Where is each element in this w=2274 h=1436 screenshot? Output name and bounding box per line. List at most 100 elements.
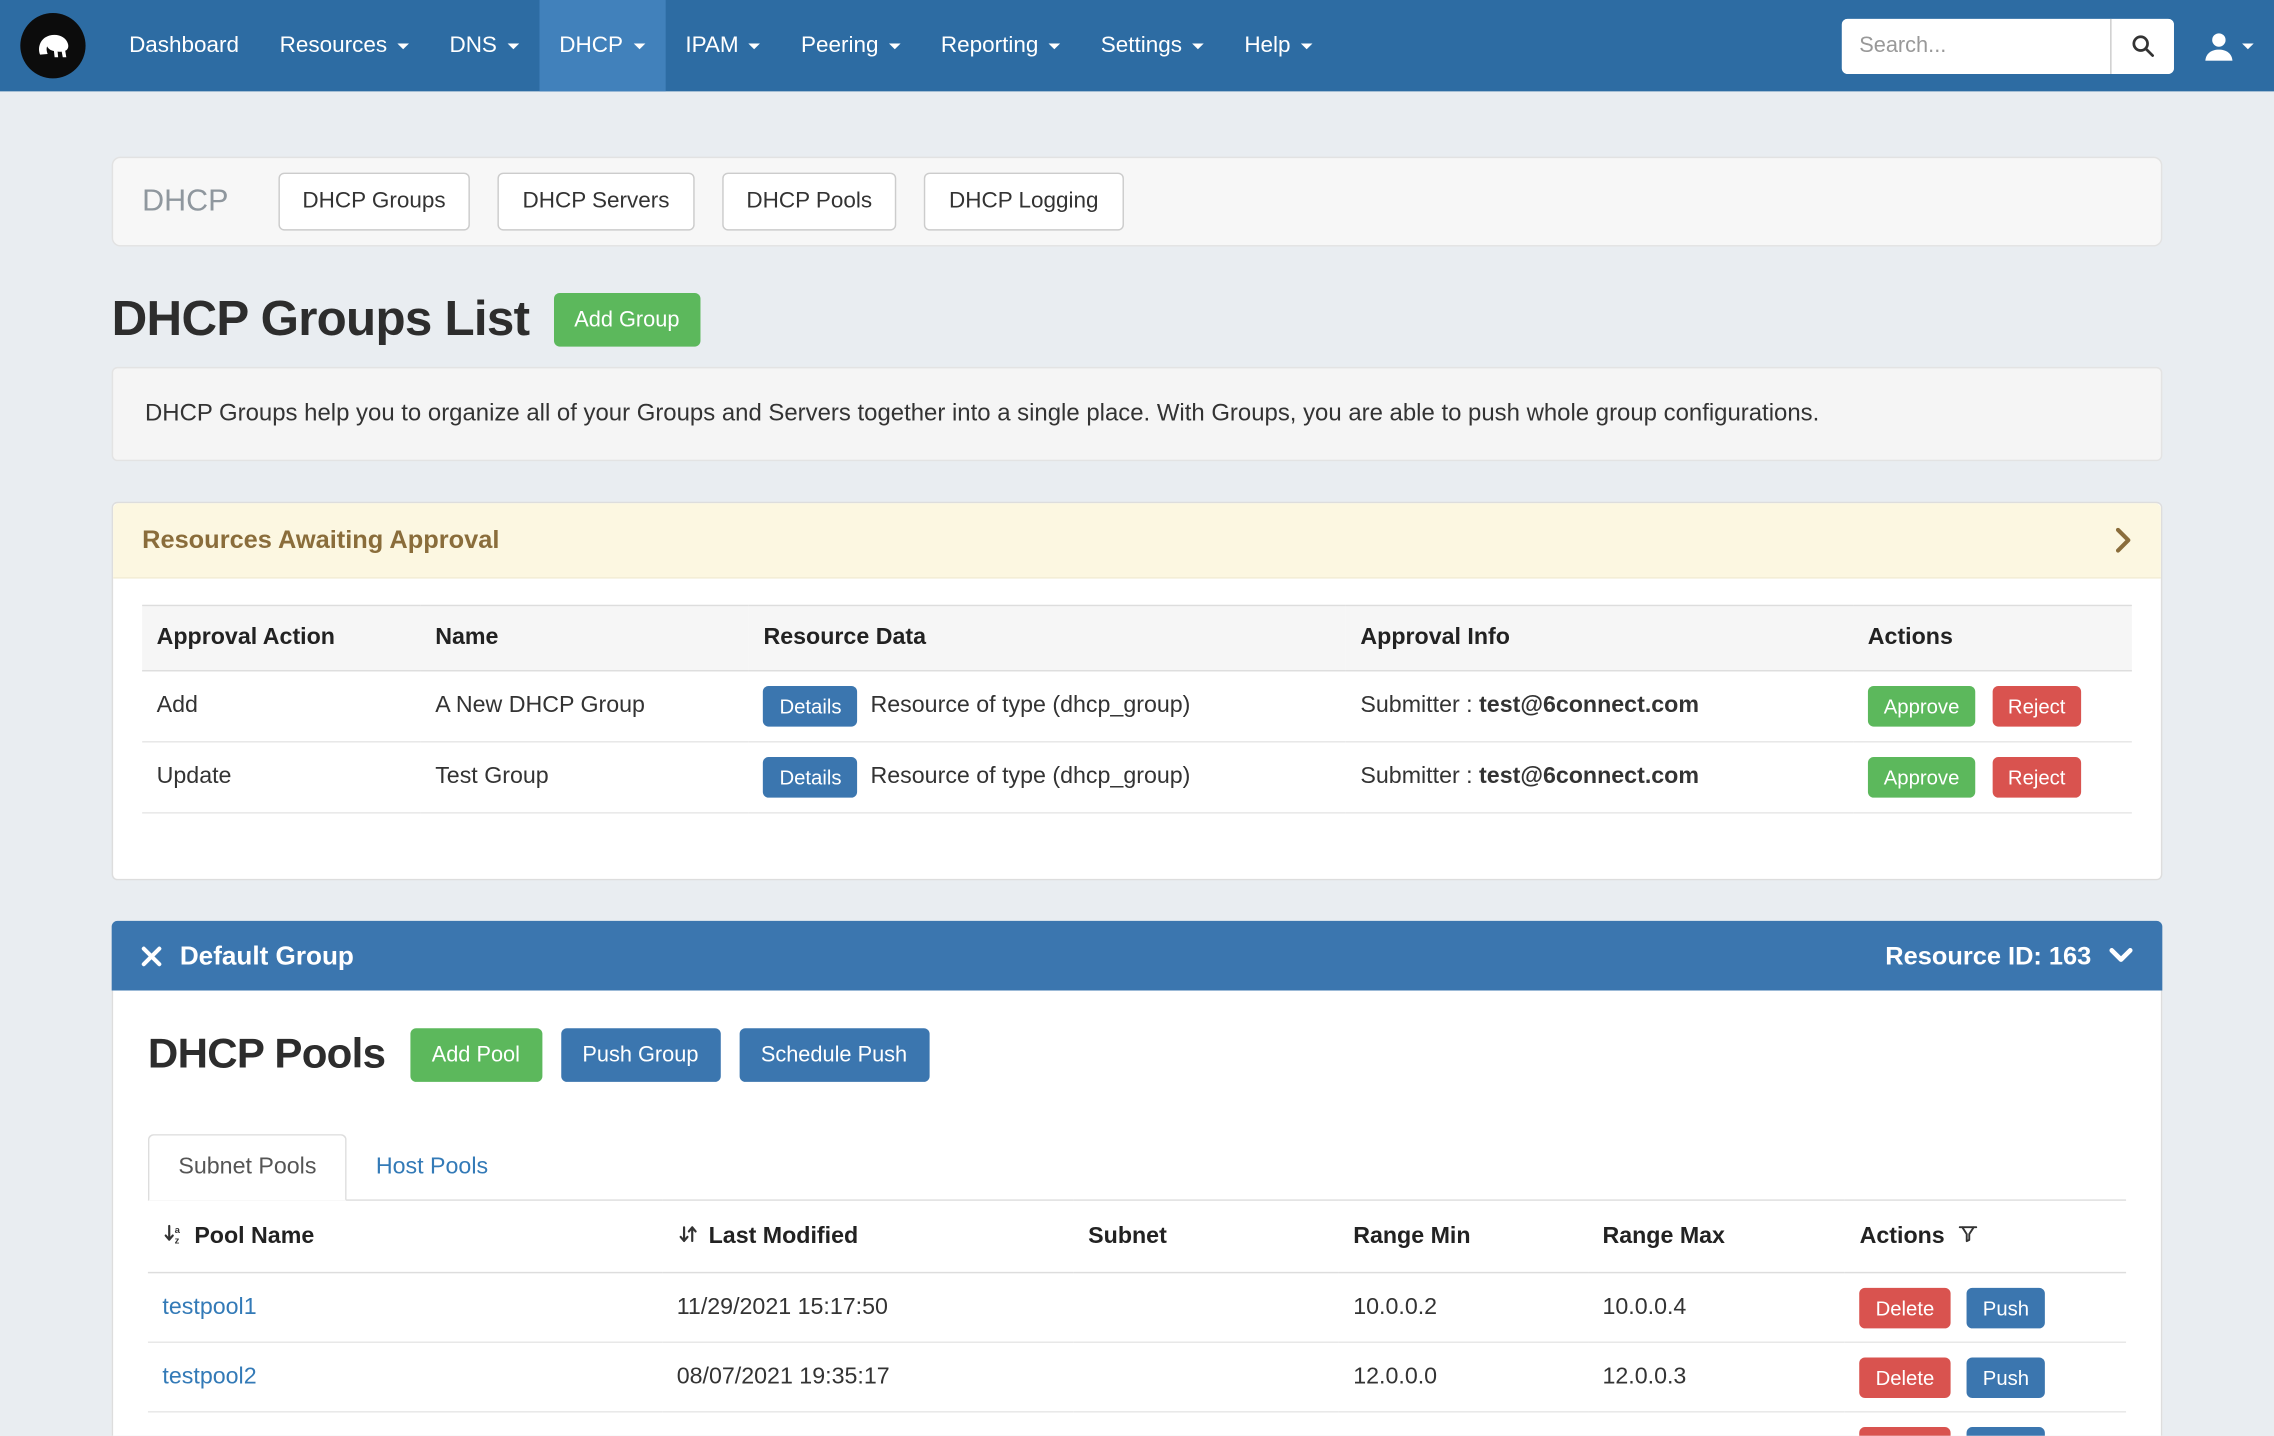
pools-tabs: Subnet Pools Host Pools [148,1134,2126,1199]
delete-button[interactable]: Delete [1860,1357,1951,1398]
nav-item-reporting[interactable]: Reporting [921,0,1081,91]
table-row: testpool2 08/07/2021 19:35:17 12.0.0.0 1… [148,1342,2126,1412]
app-logo[interactable] [20,13,85,78]
tab-subnet-pools[interactable]: Subnet Pools [148,1134,347,1201]
details-button[interactable]: Details [763,757,857,798]
page-title-row: DHCP Groups List Add Group [112,292,2163,349]
nav-label: DNS [449,33,496,59]
delete-button[interactable]: Delete [1860,1287,1951,1328]
column-header-approval-action: Approval Action [142,605,421,670]
nav-item-help[interactable]: Help [1224,0,1333,91]
caret-down-icon [889,43,901,49]
add-pool-button[interactable]: Add Pool [410,1028,542,1082]
pool-link-testpool2[interactable]: testpool2 [162,1364,256,1389]
nav-label: IPAM [685,33,738,59]
filter-funnel-icon[interactable] [1958,1223,1978,1243]
approval-table-header-row: Approval Action Name Resource Data Appro… [142,605,2132,670]
subnav-dhcp-groups-button[interactable]: DHCP Groups [278,173,471,231]
caret-down-icon [633,43,645,49]
table-row: testpool1 11/29/2021 15:17:50 10.0.0.2 1… [148,1273,2126,1343]
range-min-cell: 12.0.0.0 [1339,1342,1588,1412]
last-modified-cell [662,1412,1073,1436]
subnet-cell [1074,1273,1339,1343]
nav-item-settings[interactable]: Settings [1080,0,1224,91]
pool-link-testpool1[interactable]: testpool1 [162,1294,256,1319]
pool-actions-cell: Delete Push [1845,1273,2126,1343]
nav-item-dns[interactable]: DNS [429,0,539,91]
approval-row: Update Test Group Details Resource of ty… [142,742,2132,813]
group-panel-body: DHCP Pools Add Pool Push Group Schedule … [112,991,2163,1436]
chevron-down-icon[interactable] [2109,947,2134,964]
delete-button[interactable]: Delete [1860,1426,1951,1435]
column-header-resource-data: Resource Data [749,605,1346,670]
submitter-email: test@6connect.com [1479,693,1699,718]
dhcp-subnav: DHCP DHCP Groups DHCP Servers DHCP Pools… [112,157,2163,247]
nav-label: DHCP [559,33,623,59]
search-button[interactable] [2110,18,2174,73]
push-button[interactable]: Push [1967,1287,2045,1328]
subnet-cell [1074,1412,1339,1436]
nav-item-resources[interactable]: Resources [259,0,429,91]
svg-text:z: z [175,1236,180,1246]
details-button[interactable]: Details [763,686,857,727]
chevron-right-icon[interactable] [2114,526,2131,554]
subnet-cell [1074,1342,1339,1412]
approval-resource-data-cell: Details Resource of type (dhcp_group) [749,671,1346,742]
reject-button[interactable]: Reject [1992,757,2081,798]
last-modified-cell: 08/07/2021 19:35:17 [662,1342,1073,1412]
column-header-name: Name [421,605,749,670]
nav-item-dashboard[interactable]: Dashboard [109,0,260,91]
approve-button[interactable]: Approve [1868,686,1976,727]
column-header-pool-actions: Actions [1845,1200,2126,1273]
approve-button[interactable]: Approve [1868,757,1976,798]
sort-icon[interactable] [677,1223,699,1246]
add-group-button[interactable]: Add Group [554,293,700,347]
close-icon[interactable] [141,945,163,967]
nav-label: Peering [801,33,878,59]
resource-id-label: Resource ID: 163 [1885,940,2091,970]
nav-label: Reporting [941,33,1038,59]
user-icon [2203,31,2235,60]
column-header-subnet: Subnet [1074,1200,1339,1273]
pool-name-cell: testpool1 [148,1273,662,1343]
pool-name-cell [148,1412,662,1436]
sort-alpha-icon[interactable]: az [162,1223,184,1246]
pool-name-cell: testpool2 [148,1342,662,1412]
caret-down-icon [1049,43,1061,49]
push-button[interactable]: Push [1967,1426,2045,1435]
user-menu[interactable] [2203,31,2254,60]
group-panel-header: Default Group Resource ID: 163 [112,921,2163,991]
tab-host-pools[interactable]: Host Pools [347,1136,517,1200]
search-icon [2130,33,2155,58]
column-label: Actions [1860,1223,1945,1248]
pool-actions-cell: Delete Push [1845,1412,2126,1436]
nav-item-peering[interactable]: Peering [781,0,921,91]
nav-item-dhcp[interactable]: DHCP [539,0,665,91]
column-header-approval-info: Approval Info [1346,605,1853,670]
pools-table: az Pool Name Last Modified Subnet Range … [148,1199,2126,1435]
approval-info-cell: Submitter : test@6connect.com [1346,742,1853,813]
schedule-push-button[interactable]: Schedule Push [739,1028,929,1082]
nav-item-ipam[interactable]: IPAM [665,0,781,91]
range-min-cell: 10.0.0.2 [1339,1273,1588,1343]
subnav-dhcp-servers-button[interactable]: DHCP Servers [498,173,694,231]
approval-actions-cell: Approve Reject [1853,742,2132,813]
approval-action-cell: Update [142,742,421,813]
table-row-clipped: Delete Push [148,1412,2126,1436]
resource-type-text: Resource of type (dhcp_group) [871,693,1191,719]
push-button[interactable]: Push [1967,1357,2045,1398]
pools-title-row: DHCP Pools Add Pool Push Group Schedule … [148,1028,2126,1082]
approval-panel-header[interactable]: Resources Awaiting Approval [113,503,2161,578]
subnav-dhcp-logging-button[interactable]: DHCP Logging [924,173,1123,231]
reject-button[interactable]: Reject [1992,686,2081,727]
caret-down-icon [1301,43,1313,49]
nav-label: Dashboard [129,33,239,59]
subnav-dhcp-pools-button[interactable]: DHCP Pools [722,173,897,231]
page-description: DHCP Groups help you to organize all of … [112,367,2163,461]
submitter-label: Submitter : [1360,764,1472,789]
caret-down-icon [749,43,761,49]
submitter-email: test@6connect.com [1479,764,1699,789]
search-input[interactable] [1842,18,2110,73]
group-title: Default Group [180,940,354,970]
push-group-button[interactable]: Push Group [561,1028,721,1082]
